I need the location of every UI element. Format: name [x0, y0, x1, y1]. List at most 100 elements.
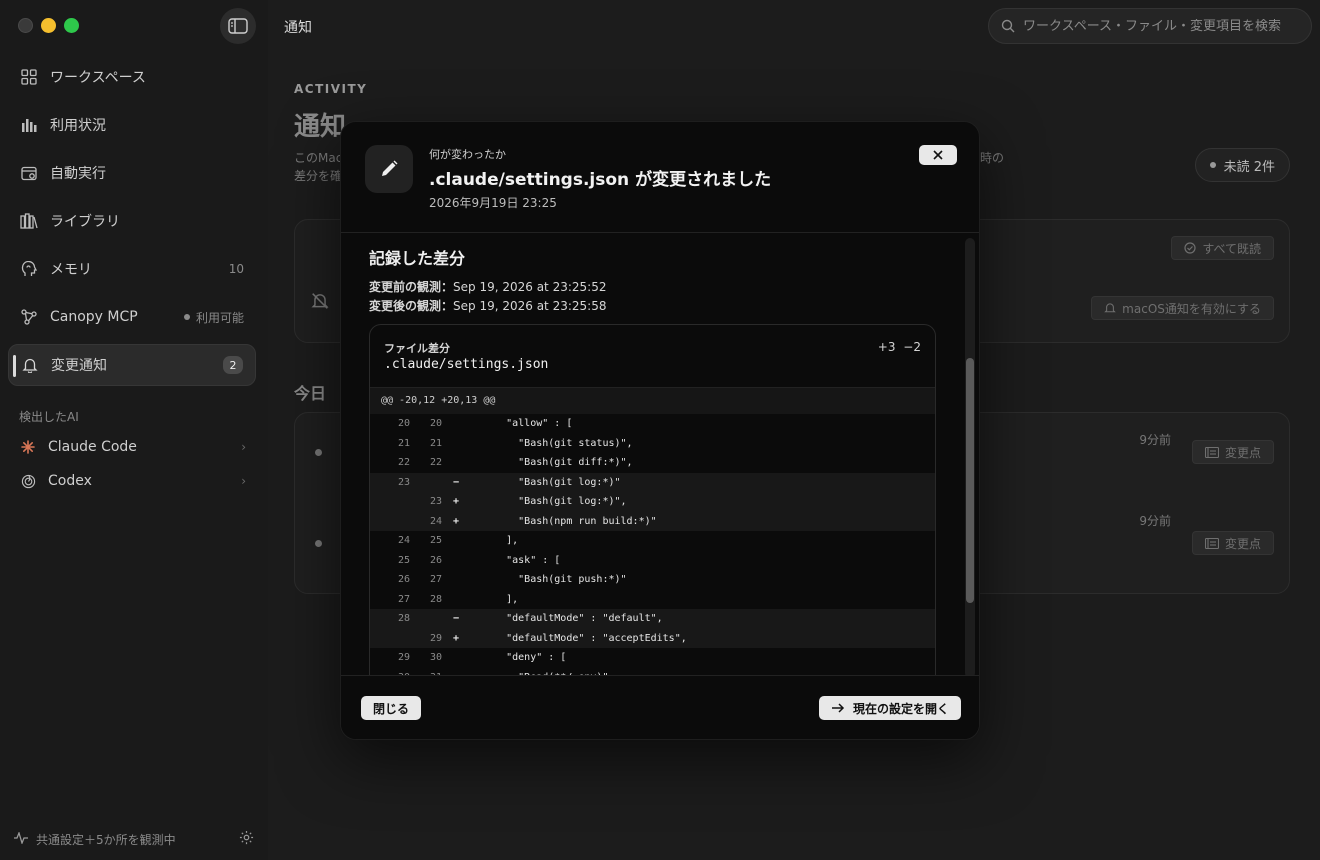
diff-line-del: 28 − "defaultMode" : "default",	[370, 609, 935, 629]
window-maximize-button[interactable]	[64, 18, 79, 33]
diff-line-ctx: 26 27 "Bash(git push:*)"	[370, 570, 935, 590]
sidebar-footer: 共通設定＋5か所を観測中	[14, 830, 254, 848]
bell-icon	[1104, 303, 1116, 313]
diff-line-del: 23 − "Bash(git log:*)"	[370, 472, 935, 492]
diff-new: 28	[429, 593, 442, 605]
observed-after-value: Sep 19, 2026 at 23:25:58	[453, 299, 607, 313]
sidebar-toggle-icon	[228, 18, 248, 34]
diff-new: 24	[429, 515, 442, 527]
sidebar-item-usage[interactable]: 利用状況	[8, 104, 256, 146]
status-dot	[183, 314, 190, 320]
today-heading: 今日	[294, 384, 327, 403]
diff-text: "defaultMode" : "default",	[470, 613, 663, 625]
sidebar-nav: ワークスペース 利用状況 自動実行 ライブラリ メモリ 10 Canopy MC…	[8, 56, 256, 392]
sidebar-item-change-notifications[interactable]: 変更通知 2	[8, 344, 256, 386]
mcp-status: 利用可能	[183, 309, 244, 326]
monitoring-status: 共通設定＋5か所を観測中	[36, 832, 176, 847]
activity-pulse-icon	[14, 830, 28, 847]
chevron-right-icon: ›	[241, 474, 246, 488]
diff-text: ],	[470, 535, 519, 547]
search-input[interactable]	[1023, 18, 1293, 34]
close-button[interactable]: 閉じる	[361, 696, 422, 720]
diff-text: "Bash(git diff:*)",	[470, 457, 633, 469]
mark-all-read-button[interactable]: すべて既読	[1171, 236, 1274, 260]
dialog-scrollbar[interactable]	[965, 238, 975, 678]
sidebar-item-label: 利用状況	[50, 118, 106, 134]
library-icon	[20, 212, 38, 230]
codex-swirl-icon	[20, 473, 36, 489]
diff-new: 26	[429, 554, 442, 566]
gear-icon	[239, 830, 254, 845]
diff-text: ],	[470, 593, 519, 605]
mark-all-read-label: すべて既読	[1202, 241, 1261, 256]
diff-text: "defaultMode" : "acceptEdits",	[470, 632, 687, 644]
diff-new: 30	[429, 652, 442, 664]
sidebar-item-canopy-mcp[interactable]: Canopy MCP 利用可能	[8, 296, 256, 338]
diff-lines: 20 20 "allow" : [21 21 "Bash(git status)",…	[370, 414, 935, 677]
diff-line-add: 23 + "Bash(git log:*)",	[370, 492, 935, 512]
bell-slash-icon	[311, 292, 329, 314]
window-minimize-button[interactable]	[41, 18, 56, 33]
close-icon	[933, 150, 943, 160]
diff-kind-label: ファイル差分	[384, 342, 450, 355]
sidebar-item-workspace[interactable]: ワークスペース	[8, 56, 256, 98]
diff-text: "Bash(git status)",	[470, 437, 633, 449]
detected-ai-list: Claude Code › Codex ›	[20, 430, 246, 498]
diff-new: 22	[429, 457, 442, 469]
scrollbar-thumb[interactable]	[966, 358, 974, 603]
open-current-settings-label: 現在の設定を開く	[852, 701, 949, 716]
sidebar: ワークスペース 利用状況 自動実行 ライブラリ メモリ 10 Canopy MC…	[0, 0, 268, 860]
view-changes-button[interactable]: 変更点	[1191, 531, 1274, 555]
diff-text: "Bash(git log:*)",	[470, 496, 627, 508]
diff-mark: −	[452, 613, 460, 625]
diff-line-ctx: 21 21 "Bash(git status)",	[370, 434, 935, 454]
detected-ai-label: 検出したAI	[19, 410, 79, 424]
observed-after-label: 変更後の観測：	[369, 299, 454, 313]
change-detail-dialog: 何が変わったか .claude/settings.json が変更されました 2…	[340, 121, 980, 740]
sidebar-item-library[interactable]: ライブラリ	[8, 200, 256, 242]
window-close-button[interactable]	[18, 18, 33, 33]
dialog-date: 2026年9月19日 23:25	[429, 196, 557, 210]
enable-macos-notifications-button[interactable]: macOS通知を有効にする	[1091, 296, 1274, 320]
file-diff-card: ファイル差分 .claude/settings.json +3 −2 @@ -2…	[369, 324, 936, 677]
diff-stats: +3 −2	[877, 340, 921, 354]
sidebar-item-label: メモリ	[50, 262, 92, 278]
search-box[interactable]	[988, 8, 1312, 44]
ai-item-codex[interactable]: Codex ›	[20, 464, 246, 498]
view-changes-label: 変更点	[1224, 536, 1261, 551]
unread-badge: 2	[223, 356, 243, 374]
diff-line-ctx: 22 22 "Bash(git diff:*)",	[370, 453, 935, 473]
diff-hunk-header: @@ -20,12 +20,13 @@	[370, 388, 935, 414]
diff-mark: −	[452, 476, 460, 488]
diff-new: 27	[429, 574, 442, 586]
diff-old: 24	[397, 535, 410, 547]
diff-old: 25	[397, 554, 410, 566]
bell-icon	[21, 356, 39, 374]
unread-count-label: 未読 2件	[1223, 159, 1275, 175]
chevron-right-icon: ›	[241, 440, 246, 454]
settings-button[interactable]	[239, 830, 254, 848]
view-changes-button[interactable]: 変更点	[1191, 440, 1274, 464]
unread-count-pill: 未読 2件	[1194, 148, 1290, 182]
diff-old: 23	[397, 476, 410, 488]
dialog-close-button[interactable]	[919, 145, 957, 165]
sidebar-item-memory[interactable]: メモリ 10	[8, 248, 256, 290]
diff-mark: +	[452, 496, 460, 508]
diff-new: 29	[429, 632, 442, 644]
diff-line-ctx: 29 30 "deny" : [	[370, 648, 935, 668]
search-icon	[1001, 19, 1015, 33]
observed-before-value: Sep 19, 2026 at 23:25:52	[453, 280, 607, 294]
status-dot	[1209, 162, 1216, 168]
window-title: 通知	[284, 20, 312, 36]
sidebar-item-automation[interactable]: 自動実行	[8, 152, 256, 194]
sidebar-item-label: ワークスペース	[50, 70, 146, 86]
sidebar-item-label: ライブラリ	[50, 214, 120, 230]
diff-new: 20	[429, 418, 442, 430]
close-button-label: 閉じる	[373, 701, 410, 716]
ai-item-claude-code[interactable]: Claude Code ›	[20, 430, 246, 464]
sidebar-toggle-button[interactable]	[220, 8, 256, 44]
diff-text: "ask" : [	[470, 554, 561, 566]
diff-text: "Bash(npm run build:*)"	[470, 515, 657, 527]
dialog-body[interactable]: 記録した差分 変更前の観測：Sep 19, 2026 at 23:25:52 変…	[341, 234, 979, 677]
open-current-settings-button[interactable]: 現在の設定を開く	[818, 696, 961, 720]
